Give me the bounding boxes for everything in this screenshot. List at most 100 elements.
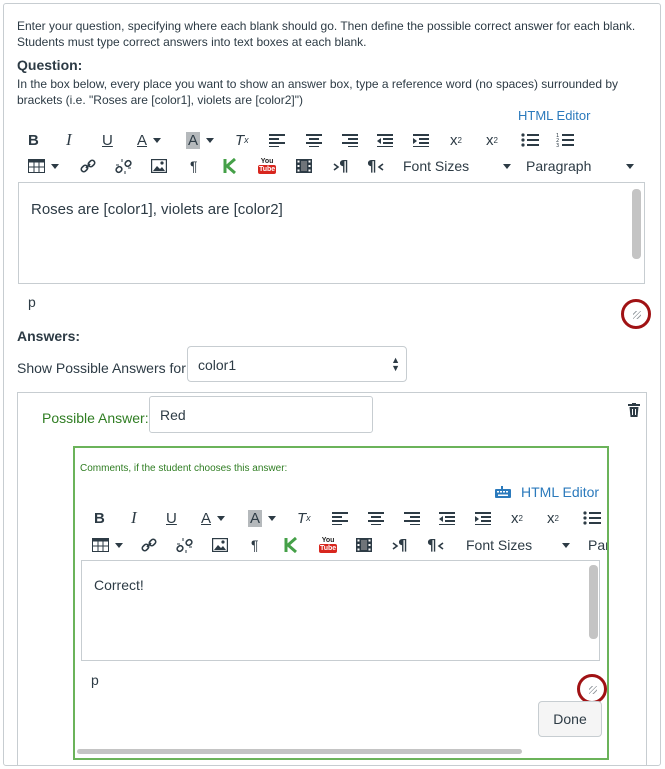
image-icon bbox=[151, 159, 167, 173]
trash-icon bbox=[628, 403, 640, 417]
select-arrows-icon: ▲ ▼ bbox=[391, 355, 400, 373]
bullet-list-button[interactable] bbox=[583, 506, 601, 530]
youtube-icon: You Tube bbox=[319, 537, 338, 553]
align-right-button[interactable] bbox=[404, 506, 420, 530]
film-icon bbox=[296, 159, 312, 173]
numbered-list-icon: 123 bbox=[556, 133, 574, 148]
kaltura-button[interactable] bbox=[284, 533, 298, 557]
editor-scrollbar[interactable] bbox=[632, 189, 641, 259]
rtl-icon: ¶ bbox=[367, 158, 384, 174]
blank-select-value: color1 bbox=[198, 357, 237, 373]
svg-text:¶: ¶ bbox=[427, 537, 437, 553]
possible-answer-card: Possible Answer: Red Comments, if the st… bbox=[17, 392, 647, 765]
youtube-icon: You Tube bbox=[258, 158, 277, 174]
link-icon bbox=[80, 159, 96, 173]
rtl-icon: ¶ bbox=[427, 537, 444, 553]
align-left-icon bbox=[332, 512, 348, 525]
blank-select[interactable]: color1 ▲ ▼ bbox=[187, 346, 407, 382]
bold-button[interactable]: B bbox=[94, 506, 105, 530]
underline-button[interactable]: U bbox=[102, 128, 113, 152]
image-button[interactable] bbox=[212, 533, 228, 557]
indent-button[interactable] bbox=[413, 128, 429, 152]
font-sizes-dropdown[interactable]: Font Sizes bbox=[403, 154, 511, 178]
comment-html-editor-link[interactable]: HTML Editor bbox=[495, 484, 599, 500]
comment-resize-handle[interactable] bbox=[577, 674, 607, 704]
chevron-down-icon bbox=[206, 137, 215, 143]
clear-formatting-button[interactable]: Tx bbox=[297, 506, 311, 530]
align-left-button[interactable] bbox=[269, 128, 285, 152]
kaltura-button[interactable] bbox=[223, 154, 237, 178]
possible-answer-input[interactable]: Red bbox=[149, 396, 373, 433]
ltr-button[interactable]: ¶ bbox=[391, 533, 409, 557]
svg-text:¶: ¶ bbox=[398, 537, 408, 553]
outdent-icon bbox=[377, 134, 393, 147]
youtube-button[interactable]: You Tube bbox=[319, 533, 338, 557]
quiz-question-editor: Enter your question, specifying where ea… bbox=[3, 3, 661, 766]
paragraph-label: Par bbox=[588, 537, 609, 553]
comment-label: Comments, if the student chooses this an… bbox=[80, 463, 288, 474]
superscript-button[interactable]: x2 bbox=[450, 128, 462, 152]
indent-button[interactable] bbox=[475, 506, 491, 530]
svg-text:¶: ¶ bbox=[367, 158, 377, 174]
chevron-down-icon bbox=[503, 163, 511, 169]
background-color-button[interactable]: A bbox=[248, 506, 277, 530]
italic-button[interactable]: I bbox=[66, 128, 72, 152]
keyboard-icon bbox=[495, 486, 511, 498]
outdent-button[interactable] bbox=[439, 506, 455, 530]
subscript-button[interactable]: x2 bbox=[547, 506, 559, 530]
ltr-icon: ¶ bbox=[333, 158, 349, 174]
font-sizes-dropdown[interactable]: Font Sizes bbox=[466, 533, 570, 557]
media-button[interactable] bbox=[356, 533, 372, 557]
image-button[interactable] bbox=[151, 154, 167, 178]
paragraph-dropdown[interactable]: Paragraph bbox=[526, 154, 634, 178]
table-button[interactable] bbox=[92, 533, 123, 557]
text-color-button[interactable]: A bbox=[137, 128, 162, 152]
unlink-button[interactable] bbox=[176, 533, 193, 557]
paragraph-dropdown[interactable]: Par bbox=[588, 533, 609, 557]
outdent-button[interactable] bbox=[377, 128, 393, 152]
clear-formatting-button[interactable]: Tx bbox=[235, 128, 249, 152]
resize-handle[interactable] bbox=[621, 299, 651, 329]
show-answers-label: Show Possible Answers for bbox=[17, 360, 186, 376]
unlink-button[interactable] bbox=[115, 154, 132, 178]
numbered-list-button[interactable]: 123 bbox=[556, 128, 574, 152]
done-button[interactable]: Done bbox=[538, 701, 602, 737]
rtl-button[interactable]: ¶ bbox=[427, 533, 445, 557]
comment-editor-scrollbar[interactable] bbox=[589, 565, 598, 639]
bullet-list-icon bbox=[521, 133, 539, 147]
rtl-button[interactable]: ¶ bbox=[367, 154, 385, 178]
superscript-button[interactable]: x2 bbox=[511, 506, 523, 530]
delete-answer-button[interactable] bbox=[628, 403, 640, 417]
bullet-list-icon bbox=[583, 511, 601, 525]
chevron-down-icon bbox=[562, 542, 570, 548]
youtube-button[interactable]: You Tube bbox=[258, 154, 277, 178]
subscript-button[interactable]: x2 bbox=[486, 128, 498, 152]
font-sizes-label: Font Sizes bbox=[403, 158, 470, 174]
align-left-button[interactable] bbox=[332, 506, 348, 530]
link-icon bbox=[141, 538, 157, 552]
background-color-button[interactable]: A bbox=[186, 128, 215, 152]
pilcrow-button[interactable]: ¶ bbox=[251, 533, 259, 557]
ltr-button[interactable]: ¶ bbox=[332, 154, 350, 178]
bullet-list-button[interactable] bbox=[521, 128, 539, 152]
bold-button[interactable]: B bbox=[28, 128, 39, 152]
horizontal-scrollbar[interactable] bbox=[77, 749, 522, 754]
table-button[interactable] bbox=[28, 154, 59, 178]
comment-editor[interactable]: Correct! bbox=[81, 560, 600, 661]
underline-button[interactable]: U bbox=[166, 506, 177, 530]
align-center-button[interactable] bbox=[306, 128, 322, 152]
media-button[interactable] bbox=[296, 154, 312, 178]
text-color-button[interactable]: A bbox=[201, 506, 226, 530]
align-right-button[interactable] bbox=[342, 128, 358, 152]
italic-button[interactable]: I bbox=[131, 506, 137, 530]
possible-answer-value: Red bbox=[160, 407, 186, 423]
pilcrow-button[interactable]: ¶ bbox=[190, 154, 198, 178]
html-editor-link[interactable]: HTML Editor bbox=[518, 108, 590, 123]
comment-html-editor-label: HTML Editor bbox=[521, 484, 600, 500]
svg-text:¶: ¶ bbox=[339, 158, 349, 174]
link-button[interactable] bbox=[141, 533, 157, 557]
link-button[interactable] bbox=[80, 154, 96, 178]
align-center-button[interactable] bbox=[368, 506, 384, 530]
question-editor[interactable]: Roses are [color1], violets are [color2] bbox=[18, 182, 645, 284]
ltr-icon: ¶ bbox=[392, 537, 408, 553]
